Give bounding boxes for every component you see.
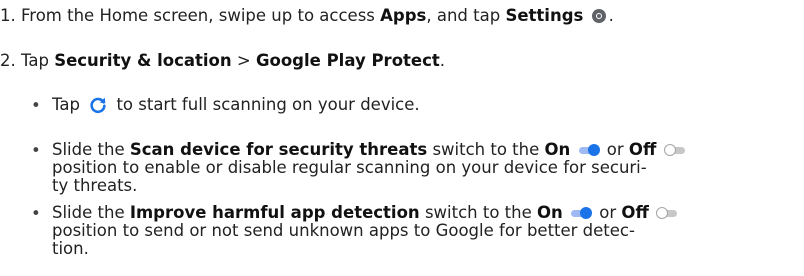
bullet-line: position to enable or disable regular sc… [52, 158, 647, 177]
switch-name: Scan device for security threats [129, 140, 428, 159]
step-text: , and tap [426, 6, 501, 25]
play-protect-label: Google Play Protect [255, 51, 440, 70]
bullet-text: switch to the [424, 203, 532, 222]
step-end: . [439, 51, 446, 70]
step-2: 2. Tap Security & location > Google Play… [0, 51, 445, 71]
on-label: On [537, 203, 563, 222]
bullet-text: or [599, 203, 617, 222]
settings-label: Settings [505, 6, 584, 25]
switch-name: Improve harmful app detection [129, 203, 420, 222]
path-separator: > [236, 51, 251, 70]
bullet-marker: • [31, 204, 41, 223]
bullet-line: position to send or not send unknown app… [52, 221, 635, 240]
bullet-marker: • [31, 96, 41, 115]
toggle-off-icon [663, 144, 686, 156]
off-label: Off [621, 203, 649, 222]
off-label: Off [628, 140, 657, 159]
step-number: 1. [0, 6, 16, 25]
apps-label: Apps [380, 6, 427, 25]
bullet-text: Tap [52, 95, 80, 114]
security-location-label: Security & location [54, 51, 232, 70]
bullet-line: ty threats. [52, 176, 138, 195]
instructions-page: 1. From the Home screen, swipe up to acc… [0, 0, 804, 276]
step-text: Tap [21, 51, 49, 70]
refresh-icon [90, 97, 106, 114]
toggle-on-icon [570, 207, 593, 219]
bullet-text: switch to the [432, 140, 540, 159]
bullet-line: Tap to start full scanning on your devic… [52, 96, 792, 114]
bullet-text: to start full scanning on your device. [116, 95, 420, 114]
bullet-text: or [606, 140, 624, 159]
step-1: 1. From the Home screen, swipe up to acc… [0, 6, 614, 26]
toggle-off-icon [656, 207, 678, 219]
bullet-text: Slide the [52, 140, 125, 159]
step-number: 2. [0, 51, 16, 70]
bullet-marker: • [31, 141, 41, 160]
bullet-line: Slide the Improve harmful app detection … [52, 204, 792, 222]
bullet-text: Slide the [52, 203, 125, 222]
bullet-line: Slide the Scan device for security threa… [52, 141, 792, 159]
gear-icon [591, 9, 606, 23]
toggle-on-icon [578, 144, 600, 156]
step-text: From the Home screen, swipe up to access [21, 6, 375, 25]
bullet-line: tion. [52, 239, 89, 258]
step-end: . [608, 6, 614, 25]
on-label: On [544, 140, 571, 159]
